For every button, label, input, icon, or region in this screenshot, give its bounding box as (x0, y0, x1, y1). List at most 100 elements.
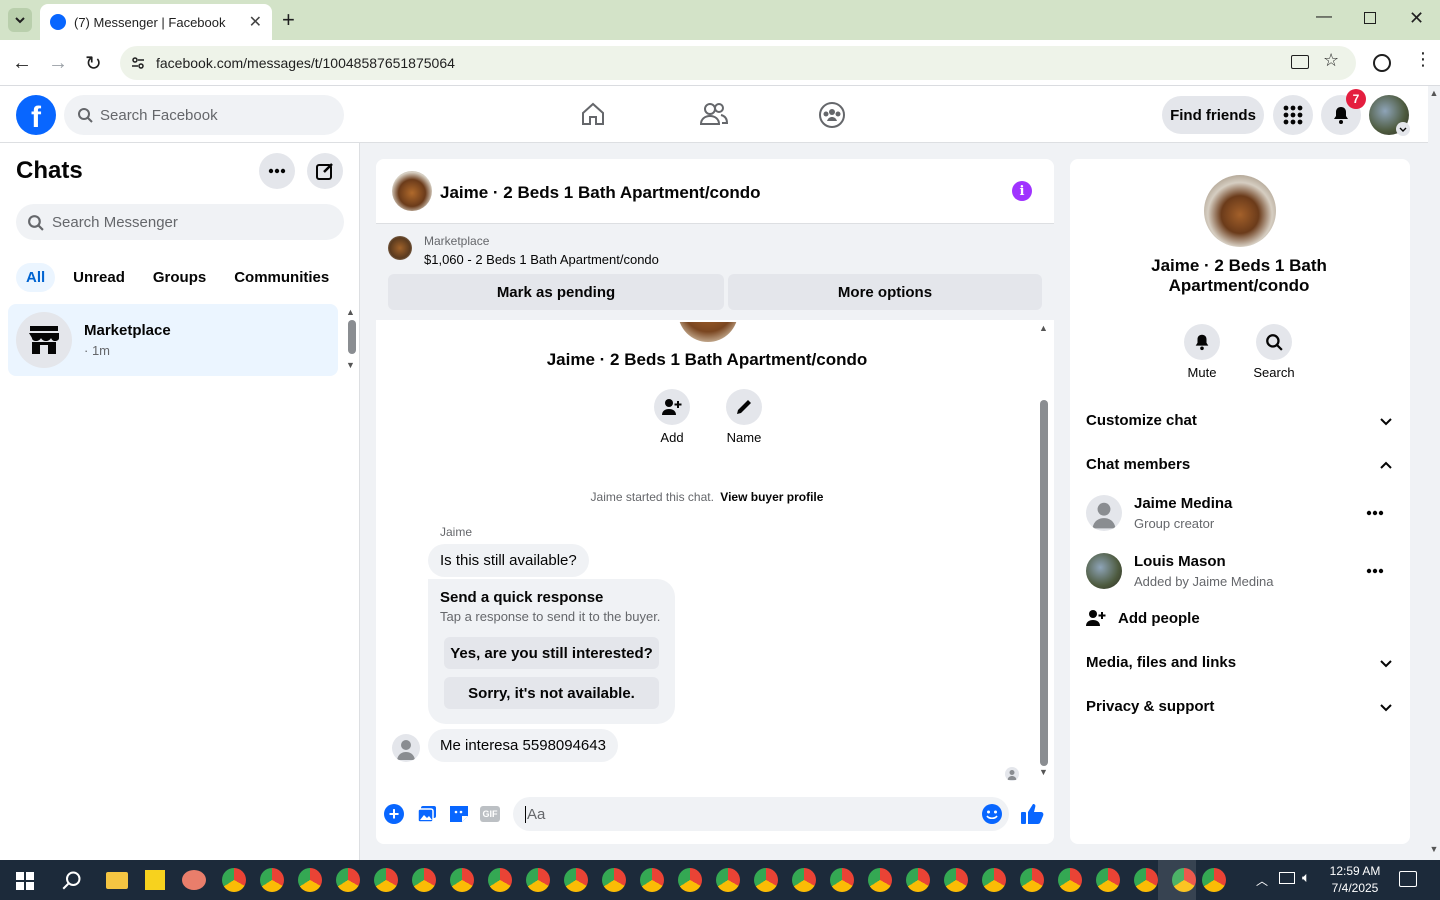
browser-taskbar-icon[interactable] (526, 868, 550, 892)
site-info-icon[interactable] (130, 55, 146, 71)
sidebar-scroll-thumb[interactable] (348, 320, 356, 354)
browser-taskbar-icon[interactable] (412, 868, 436, 892)
more-actions-icon[interactable]: + (384, 804, 404, 824)
message-bubble[interactable]: Me interesa 5598094643 (428, 729, 618, 762)
messages-scroll-thumb[interactable] (1040, 400, 1048, 766)
filter-groups[interactable]: Groups (143, 263, 216, 292)
taskbar-search-icon[interactable] (62, 870, 82, 890)
facebook-logo[interactable]: f (16, 95, 56, 135)
member-name[interactable]: Louis Mason (1134, 553, 1226, 570)
browser-taskbar-icon[interactable] (716, 868, 740, 892)
photo-icon[interactable] (417, 805, 437, 823)
tab-search-button[interactable] (8, 8, 32, 32)
customize-chat-row[interactable]: Customize chat (1086, 412, 1392, 429)
browser-taskbar-icon[interactable] (602, 868, 626, 892)
search-conversation-button[interactable] (1256, 324, 1292, 360)
browser-taskbar-icon[interactable] (260, 868, 284, 892)
listing-thumbnail[interactable] (388, 236, 412, 260)
details-avatar[interactable] (1204, 175, 1276, 247)
browser-taskbar-icon[interactable] (982, 868, 1006, 892)
browser-taskbar-icon[interactable] (450, 868, 474, 892)
privacy-support-row[interactable]: Privacy & support (1086, 698, 1392, 715)
quick-response-option-2[interactable]: Sorry, it's not available. (444, 677, 659, 709)
browser-taskbar-icon[interactable] (640, 868, 664, 892)
new-message-button[interactable] (307, 153, 343, 189)
browser-taskbar-icon[interactable] (488, 868, 512, 892)
gif-icon[interactable]: GIF (480, 806, 500, 822)
view-buyer-profile-link[interactable]: View buyer profile (720, 490, 823, 504)
browser-taskbar-icon[interactable] (678, 868, 702, 892)
browser-taskbar-icon[interactable] (564, 868, 588, 892)
tray-overflow-icon[interactable]: ︿ (1256, 872, 1268, 889)
browser-taskbar-icon[interactable] (944, 868, 968, 892)
mark-as-pending-button[interactable]: Mark as pending (388, 274, 724, 310)
facebook-search-input[interactable]: Search Facebook (64, 95, 344, 135)
listing-title[interactable]: $1,060 - 2 Beds 1 Bath Apartment/condo (424, 252, 659, 267)
page-scrollbar-down[interactable]: ▼ (1428, 844, 1440, 858)
browser-taskbar-icon[interactable] (1020, 868, 1044, 892)
filter-unread[interactable]: Unread (63, 263, 135, 292)
name-chat-action[interactable] (726, 389, 762, 425)
notification-center-icon[interactable] (1399, 871, 1417, 887)
member-avatar[interactable] (1086, 495, 1122, 531)
like-thumbs-up-icon[interactable] (1020, 802, 1044, 826)
browser-taskbar-icon[interactable] (830, 868, 854, 892)
close-window-button[interactable]: ✕ (1409, 8, 1424, 29)
emoji-icon[interactable] (982, 804, 1002, 824)
friends-icon[interactable] (700, 101, 728, 127)
volume-icon[interactable]: 🔈︎ (1302, 869, 1310, 886)
back-button[interactable]: ← (12, 52, 32, 75)
sticker-icon[interactable] (449, 805, 469, 823)
browser-taskbar-icon[interactable] (754, 868, 778, 892)
restore-button[interactable] (1364, 12, 1376, 24)
messages-scroll-down[interactable]: ▼ (1039, 767, 1048, 777)
quick-response-option-1[interactable]: Yes, are you still interested? (444, 637, 659, 669)
bookmark-star-icon[interactable]: ☆ (1323, 50, 1339, 71)
member-options-button[interactable] (1366, 510, 1384, 516)
messages-scroll-up[interactable]: ▲ (1039, 323, 1048, 333)
browser-taskbar-icon[interactable] (868, 868, 892, 892)
sticky-notes-icon[interactable] (145, 870, 165, 890)
browser-taskbar-icon[interactable] (1058, 868, 1082, 892)
paint-icon[interactable] (182, 870, 206, 890)
browser-taskbar-icon[interactable] (374, 868, 398, 892)
browser-taskbar-icon[interactable] (792, 868, 816, 892)
browser-tab[interactable]: (7) Messenger | Facebook ✕ (40, 4, 272, 40)
browser-taskbar-icon[interactable] (336, 868, 360, 892)
messenger-search-input[interactable]: Search Messenger (16, 204, 344, 240)
find-friends-button[interactable]: Find friends (1162, 96, 1264, 134)
message-composer-input[interactable]: Aa (513, 797, 1009, 831)
windows-start-icon[interactable] (16, 872, 34, 890)
conversation-title[interactable]: Jaime · 2 Beds 1 Bath Apartment/condo (440, 183, 761, 203)
browser-taskbar-icon[interactable] (1202, 868, 1226, 892)
browser-taskbar-icon[interactable] (298, 868, 322, 892)
profile-icon[interactable] (1373, 54, 1391, 72)
conversation-info-button[interactable]: i (1012, 181, 1032, 201)
groups-icon[interactable] (818, 101, 846, 129)
browser-taskbar-icon[interactable] (906, 868, 930, 892)
browser-menu-icon[interactable]: ⋮ (1414, 50, 1432, 68)
sender-avatar[interactable] (392, 734, 420, 762)
filter-all[interactable]: All (16, 263, 56, 292)
home-icon[interactable] (580, 101, 606, 127)
taskbar-clock[interactable]: 12:59 AM 7/4/2025 (1326, 863, 1384, 897)
more-options-button[interactable]: More options (728, 274, 1042, 310)
member-avatar[interactable] (1086, 553, 1122, 589)
member-options-button[interactable] (1366, 568, 1384, 574)
minimize-button[interactable]: — (1316, 8, 1332, 26)
page-scrollbar-up[interactable]: ▲ (1428, 88, 1440, 102)
new-tab-button[interactable]: + (282, 8, 295, 32)
mute-button[interactable] (1184, 324, 1220, 360)
filter-communities[interactable]: Communities (224, 263, 339, 292)
browser-taskbar-icon[interactable] (222, 868, 246, 892)
browser-taskbar-icon[interactable] (1134, 868, 1158, 892)
sidebar-scroll-down[interactable]: ▼ (346, 360, 355, 370)
file-explorer-icon[interactable] (106, 872, 128, 889)
conversation-avatar[interactable] (392, 171, 432, 211)
message-bubble[interactable]: Is this still available? (428, 544, 589, 577)
add-people-row[interactable]: Add people (1086, 609, 1200, 627)
reload-button[interactable]: ↻ (85, 51, 102, 76)
member-name[interactable]: Jaime Medina (1134, 495, 1232, 512)
forward-button[interactable]: → (48, 52, 68, 75)
chat-members-row[interactable]: Chat members (1086, 456, 1392, 473)
